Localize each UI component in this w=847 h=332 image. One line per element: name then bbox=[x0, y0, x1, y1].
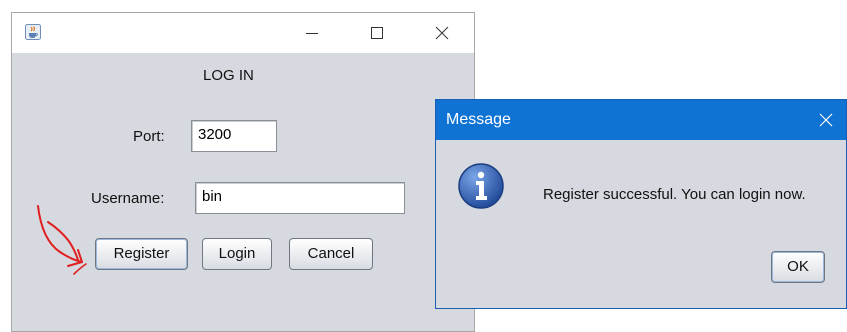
maximize-icon[interactable] bbox=[365, 21, 389, 45]
message-dialog: Message Register successful. You can log… bbox=[435, 99, 847, 309]
login-heading: LOG IN bbox=[203, 67, 254, 84]
red-hand-drawn-arrow-icon bbox=[37, 205, 87, 275]
port-label: Port: bbox=[133, 128, 165, 145]
dialog-message: Register successful. You can login now. bbox=[543, 186, 806, 203]
dialog-close-icon[interactable] bbox=[814, 108, 838, 132]
dialog-title: Message bbox=[446, 111, 511, 128]
close-icon[interactable] bbox=[430, 21, 454, 45]
username-label: Username: bbox=[91, 190, 165, 207]
login-window: LOG IN Port: 3200 Username: bin Register… bbox=[11, 12, 475, 332]
title-bar bbox=[12, 13, 474, 53]
cancel-button[interactable]: Cancel bbox=[289, 238, 373, 270]
info-icon bbox=[458, 163, 504, 209]
minimize-icon[interactable] bbox=[300, 21, 324, 45]
dialog-title-bar: Message bbox=[436, 100, 846, 140]
java-cup-icon bbox=[25, 24, 41, 40]
login-button[interactable]: Login bbox=[202, 238, 272, 270]
register-button[interactable]: Register bbox=[95, 238, 188, 270]
port-field[interactable]: 3200 bbox=[191, 120, 277, 152]
username-field[interactable]: bin bbox=[195, 182, 405, 214]
login-panel: LOG IN Port: 3200 Username: bin Register… bbox=[12, 53, 474, 331]
ok-button[interactable]: OK bbox=[771, 251, 825, 283]
